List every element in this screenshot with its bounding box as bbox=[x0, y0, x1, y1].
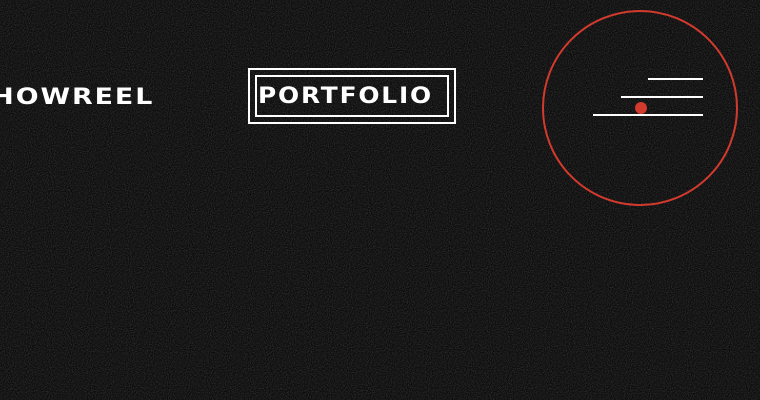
menu-indicator-dot bbox=[635, 102, 647, 114]
menu-line-middle bbox=[621, 96, 703, 98]
menu-line-top bbox=[648, 78, 703, 80]
nav-link-portfolio[interactable]: PORTFOLIO bbox=[248, 68, 456, 124]
menu-line-bottom bbox=[593, 114, 703, 116]
nav-link-showreel[interactable]: SHOWREEL bbox=[0, 80, 154, 114]
menu-button[interactable] bbox=[542, 10, 738, 206]
nav-link-portfolio-label: PORTFOLIO bbox=[258, 83, 433, 109]
